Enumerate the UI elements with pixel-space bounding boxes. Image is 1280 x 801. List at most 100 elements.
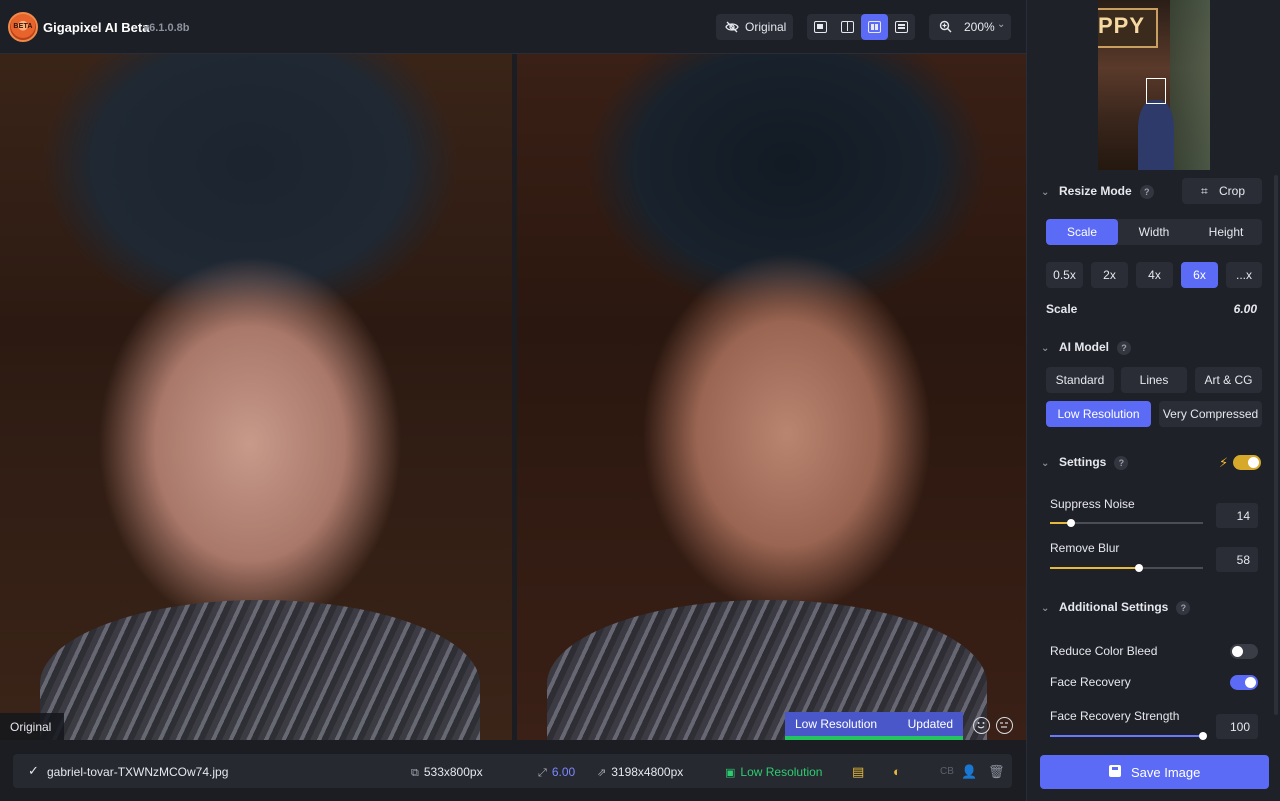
scale-value[interactable]: 6.00 — [1234, 302, 1257, 316]
logo-text: BETA — [13, 23, 33, 30]
original-pane-label: Original — [0, 713, 64, 740]
auto-settings-toggle[interactable] — [1233, 455, 1261, 470]
save-image-label: Save Image — [1131, 765, 1201, 780]
remove-blur-label: Remove Blur — [1050, 541, 1120, 555]
show-original-button[interactable]: Original — [716, 14, 793, 40]
model-very-compressed-button[interactable]: Very Compressed — [1159, 401, 1262, 427]
face-smile-icon[interactable] — [973, 717, 990, 734]
face-recovery-toggle[interactable] — [1230, 675, 1258, 690]
slider-fill — [1050, 567, 1139, 569]
app-version: v6.1.0.8b — [143, 22, 190, 34]
preset-4x-button[interactable]: 4x — [1136, 262, 1173, 288]
tab-scale[interactable]: Scale — [1046, 219, 1118, 245]
preset-custom-button[interactable]: ...x — [1226, 262, 1262, 288]
scale-info-value: 6.00 — [551, 765, 576, 779]
chevron-down-icon: ⌄ — [1041, 187, 1050, 198]
scale-label: Scale — [1046, 302, 1078, 316]
status-model: Low Resolution — [795, 717, 878, 731]
color-bleed-indicator: CB — [940, 766, 954, 777]
output-size: ⇗ 3198x4800px — [597, 765, 683, 779]
toggle-knob — [1245, 677, 1256, 688]
split-view-icon — [841, 21, 854, 33]
thumbnail-sign: PPY — [1098, 8, 1158, 48]
single-view-icon — [814, 21, 827, 33]
trash-icon[interactable]: 🗑 — [988, 764, 1005, 780]
suppress-noise-slider[interactable] — [1050, 519, 1203, 527]
resize-mode-tabs: Scale Width Height — [1046, 219, 1262, 245]
chevron-down-icon: ⌄ — [1041, 603, 1050, 614]
preset-6x-button[interactable]: 6x — [1181, 262, 1218, 288]
resize-mode-header[interactable]: ⌄ Resize Mode? — [1041, 184, 1154, 199]
grid-view-icon — [895, 21, 908, 33]
additional-settings-header[interactable]: ⌄ Additional Settings? — [1041, 600, 1191, 615]
crop-icon: ⌗ — [1201, 184, 1208, 198]
help-icon[interactable]: ? — [1117, 341, 1131, 355]
original-preview[interactable] — [0, 54, 512, 740]
reduce-color-bleed-label: Reduce Color Bleed — [1050, 644, 1158, 658]
app-logo: BETA — [8, 12, 38, 42]
slider-handle[interactable] — [1199, 732, 1207, 740]
slider-handle[interactable] — [1134, 564, 1143, 572]
preset-0-5x-button[interactable]: 0.5x — [1046, 262, 1083, 288]
split-view-button[interactable] — [834, 14, 861, 40]
slider-handle[interactable] — [1067, 519, 1076, 527]
save-icon — [1109, 765, 1121, 777]
single-view-button[interactable] — [807, 14, 834, 40]
face-recovery-icon[interactable]: 👤 — [961, 764, 977, 780]
help-icon[interactable]: ? — [1114, 456, 1129, 470]
zoom-dropdown[interactable]: 200% ⌄ — [929, 14, 1011, 40]
tab-height[interactable]: Height — [1190, 219, 1262, 245]
grid-view-button[interactable] — [888, 14, 915, 40]
file-name: gabriel-tovar-TXWNzMCOw74.jpg — [47, 765, 229, 779]
model-lines-button[interactable]: Lines — [1121, 367, 1187, 393]
save-image-button[interactable]: Save Image — [1040, 755, 1269, 789]
model-info-value: Low Resolution — [740, 765, 823, 779]
face-recovery-strength-label: Face Recovery Strength — [1050, 709, 1180, 723]
input-size-value: 533x800px — [423, 765, 483, 779]
help-icon[interactable]: ? — [1139, 185, 1154, 199]
model-low-resolution-button[interactable]: Low Resolution — [1046, 401, 1151, 427]
settings-header[interactable]: ⌄ Settings? — [1041, 455, 1129, 470]
scale-info: ⤢ 6.00 — [538, 765, 575, 780]
output-size-value: 3198x4800px — [611, 765, 684, 779]
eye-off-icon — [725, 21, 739, 33]
ai-model-header[interactable]: ⌄ AI Model? — [1041, 340, 1131, 355]
checkmark-icon[interactable]: ✓ — [28, 763, 39, 779]
app-title: Gigapixel AI Beta — [43, 20, 150, 35]
model-art-cg-button[interactable]: Art & CG — [1195, 367, 1262, 393]
crop-button[interactable]: ⌗ Crop — [1182, 178, 1262, 204]
reduce-color-bleed-toggle[interactable] — [1230, 644, 1258, 659]
preset-2x-button[interactable]: 2x — [1091, 262, 1128, 288]
bottom-bar: ✓ gabriel-tovar-TXWNzMCOw74.jpg ⧉ 533x800… — [0, 740, 1026, 801]
lightning-icon: ⚡ — [1219, 455, 1229, 470]
suppress-noise-input[interactable]: 14 — [1216, 503, 1258, 528]
face-recovery-strength-slider[interactable] — [1050, 732, 1207, 740]
help-icon[interactable]: ? — [1176, 601, 1191, 615]
settings-title: Settings — [1059, 455, 1107, 469]
side-by-side-view-button[interactable] — [861, 14, 888, 40]
resize-mode-title: Resize Mode — [1059, 184, 1132, 198]
remove-blur-slider[interactable] — [1050, 564, 1203, 572]
face-neutral-icon[interactable] — [996, 717, 1013, 734]
thumbnail-subject — [1138, 100, 1174, 170]
navigator-viewport-box[interactable] — [1146, 78, 1166, 104]
expand-icon: ⤢ — [538, 767, 547, 779]
chevron-down-icon: ⌄ — [997, 19, 1006, 30]
panel-scrollbar[interactable] — [1274, 175, 1278, 715]
navigator-thumbnail[interactable]: PPY — [1098, 0, 1210, 170]
file-row[interactable]: ✓ gabriel-tovar-TXWNzMCOw74.jpg ⧉ 533x800… — [13, 754, 1012, 788]
model-standard-button[interactable]: Standard — [1046, 367, 1114, 393]
top-toolbar: BETA Gigapixel AI Beta v6.1.0.8b Origina… — [0, 0, 1026, 54]
zoom-icon — [939, 20, 952, 33]
tab-width[interactable]: Width — [1118, 219, 1190, 245]
noise-setting-icon[interactable]: ▤ — [852, 764, 864, 780]
face-recovery-strength-input[interactable]: 100 — [1216, 714, 1258, 739]
input-size-icon: ⧉ — [411, 767, 419, 779]
remove-blur-input[interactable]: 58 — [1216, 547, 1258, 572]
additional-settings-title: Additional Settings — [1059, 600, 1169, 614]
zoom-level: 200% — [964, 20, 995, 34]
blur-setting-icon[interactable]: ◐ — [893, 764, 901, 779]
upscaled-preview[interactable] — [517, 54, 1026, 740]
suppress-noise-label: Suppress Noise — [1050, 497, 1135, 511]
input-size: ⧉ 533x800px — [411, 765, 483, 780]
